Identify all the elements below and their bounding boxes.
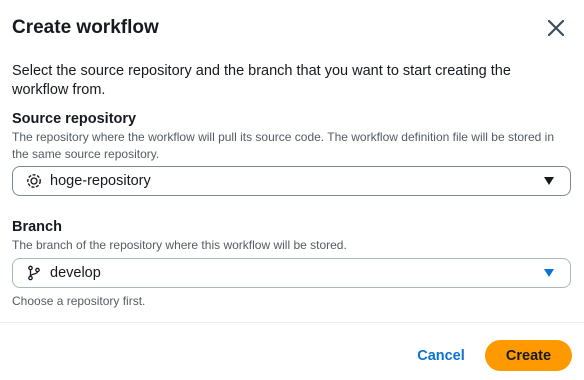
branch-select[interactable]: develop — [12, 258, 571, 288]
create-button[interactable]: Create — [485, 340, 572, 371]
branch-hint: Choose a repository first. — [12, 294, 146, 308]
source-repository-label: Source repository — [12, 111, 137, 127]
dialog-header: Create workflow — [12, 14, 572, 42]
create-workflow-dialog: Create workflow Select the source reposi… — [0, 0, 584, 380]
caret-down-icon — [544, 269, 554, 277]
branch-description: The branch of the repository where this … — [12, 238, 347, 252]
close-icon — [547, 19, 565, 37]
dialog-title: Create workflow — [12, 17, 159, 38]
caret-down-icon — [544, 177, 554, 185]
branch-value: develop — [50, 265, 101, 281]
branch-label: Branch — [12, 219, 62, 235]
source-repository-description: The repository where the workflow will p… — [12, 130, 555, 161]
close-button[interactable] — [542, 14, 570, 42]
source-repository-value: hoge-repository — [50, 173, 151, 189]
source-repository-select[interactable]: hoge-repository — [12, 166, 571, 196]
git-branch-icon — [26, 265, 42, 281]
footer-divider — [0, 322, 584, 323]
repository-icon — [26, 173, 42, 189]
cancel-button[interactable]: Cancel — [408, 341, 474, 371]
dialog-intro-text: Select the source repository and the bra… — [12, 63, 511, 98]
